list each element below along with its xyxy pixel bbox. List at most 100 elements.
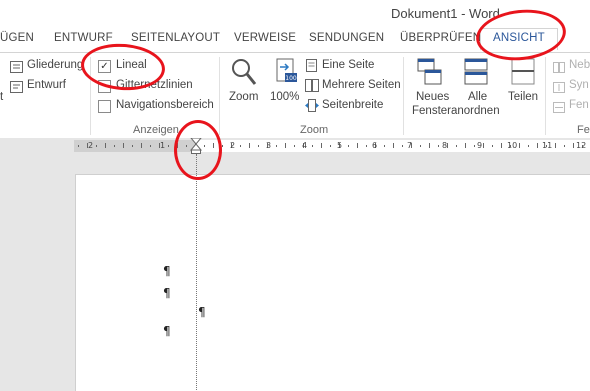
title-bar: Dokument1 - Word — [0, 0, 590, 28]
ruler-number: 5 — [337, 141, 343, 150]
sync-scroll-icon — [553, 80, 565, 98]
new-window-label-2[interactable]: Fenster — [412, 105, 451, 117]
zoom-100-button[interactable]: 100% — [270, 91, 299, 103]
split-button[interactable]: Teilen — [508, 91, 538, 103]
ruler-tick — [438, 145, 439, 147]
ruler-number: 12 — [576, 141, 587, 150]
ruler-number: 9 — [477, 141, 483, 150]
group-label-fenster: Fe — [577, 124, 590, 136]
draft-view-icon — [10, 80, 23, 98]
ruler-tick — [276, 145, 277, 147]
tab-sendungen[interactable]: SENDUNGEN — [309, 32, 384, 44]
ruler-tick — [249, 143, 250, 148]
new-window-label-1[interactable]: Neues — [416, 91, 449, 103]
ruler-tick — [402, 145, 403, 147]
draft-view-button[interactable]: Entwurf — [27, 79, 66, 91]
outline-view-icon — [10, 60, 23, 78]
tab-ansicht[interactable]: ANSICHT — [480, 28, 558, 50]
ruler-tick — [204, 145, 205, 147]
navigation-pane-checkbox[interactable] — [98, 100, 111, 113]
ruler-tick — [393, 143, 394, 148]
arrange-all-icon — [464, 58, 490, 91]
ruler-tick — [447, 143, 448, 148]
ruler-tick — [519, 143, 520, 148]
multiple-pages-button[interactable]: Mehrere Seiten — [322, 79, 401, 91]
ruler-tick — [123, 143, 124, 148]
new-window-icon — [417, 58, 443, 91]
ruler-tick — [177, 143, 178, 148]
group-label-zoom: Zoom — [300, 124, 329, 136]
side-by-side-icon — [553, 60, 565, 78]
svg-text:100: 100 — [285, 75, 297, 82]
ribbon-tabs: ÜGEN ENTWURF SEITENLAYOUT VERWEISE SENDU… — [0, 28, 590, 52]
group-label-anzeigen: Anzeigen — [133, 124, 179, 136]
tab-ueberpruefen[interactable]: ÜBERPRÜFEN — [400, 32, 481, 44]
ruler-number: 8 — [442, 141, 448, 150]
document-page[interactable]: ¶ ¶ ¶ ¶ — [75, 174, 590, 391]
ruler-tick — [240, 145, 241, 147]
page-width-button[interactable]: Seitenbreite — [322, 99, 383, 111]
ruler-tick — [384, 145, 385, 147]
zoom-button[interactable]: Zoom — [229, 91, 258, 103]
indent-guide-line — [196, 154, 197, 390]
ruler-tick — [222, 145, 223, 147]
ruler-tick — [456, 145, 457, 147]
ruler-tick — [330, 145, 331, 147]
view-partial-label[interactable]: t — [0, 91, 3, 103]
paragraph-mark: ¶ — [163, 286, 171, 300]
ruler-tick — [537, 143, 538, 148]
ruler-tick — [555, 143, 556, 148]
ruler-tick — [420, 145, 421, 147]
ruler-tick — [492, 145, 493, 147]
sync-scroll-button[interactable]: Syn — [569, 79, 589, 91]
ruler-number: 10 — [507, 141, 518, 150]
ruler-tick — [114, 145, 115, 147]
ruler-tick — [285, 143, 286, 148]
one-page-button[interactable]: Eine Seite — [322, 59, 374, 71]
ruler-tick — [348, 145, 349, 147]
ruler-tick — [141, 143, 142, 148]
ruler-checkbox[interactable]: ✓ — [98, 60, 111, 73]
ruler-number: 4 — [302, 141, 308, 150]
ruler-number: 11 — [542, 141, 553, 150]
ruler-tick — [321, 143, 322, 148]
ruler-tick — [474, 145, 475, 147]
navigation-pane-label[interactable]: Navigationsbereich — [116, 99, 214, 111]
ruler-tick — [366, 145, 367, 147]
page-width-icon — [305, 99, 319, 117]
ruler-tick — [528, 145, 529, 147]
ruler-tick — [357, 143, 358, 148]
ruler-number: 2 — [88, 141, 94, 150]
tab-seitenlayout[interactable]: SEITENLAYOUT — [131, 32, 220, 44]
tab-einfuegen[interactable]: ÜGEN — [0, 32, 34, 44]
paragraph-mark: ¶ — [163, 264, 171, 278]
outline-view-button[interactable]: Gliederung — [27, 59, 83, 71]
ruler-label[interactable]: Lineal — [116, 59, 147, 71]
paragraph-mark: ¶ — [198, 305, 206, 319]
gridlines-label[interactable]: Gitternetzlinien — [116, 79, 193, 91]
tab-entwurf[interactable]: ENTWURF — [54, 32, 113, 44]
ruler-tick — [573, 143, 574, 148]
window-title: Dokument1 - Word — [391, 6, 500, 21]
ruler-tick — [501, 143, 502, 148]
ruler-tick — [132, 145, 133, 147]
ruler-tick — [258, 145, 259, 147]
tab-verweise[interactable]: VERWEISE — [234, 32, 296, 44]
reset-window-position-icon — [553, 100, 565, 118]
group-separator — [403, 57, 404, 135]
ruler-tick — [186, 145, 187, 147]
gridlines-checkbox[interactable] — [98, 80, 111, 93]
ruler-number: 2 — [230, 141, 236, 150]
split-icon — [511, 58, 537, 91]
reset-window-position-button[interactable]: Fen — [569, 99, 589, 111]
arrange-all-label-1[interactable]: Alle — [468, 91, 487, 103]
arrange-all-label-2[interactable]: anordnen — [451, 105, 500, 117]
zoom-magnifier-icon — [231, 58, 257, 91]
horizontal-ruler[interactable]: 2 1 2 3 4 5 6 7 8 9 10 11 12 — [0, 137, 590, 154]
side-by-side-button[interactable]: Neb — [569, 59, 590, 71]
group-separator — [219, 57, 220, 135]
ruler-number: 6 — [372, 141, 378, 150]
ruler-tick — [150, 145, 151, 147]
ruler-tick — [294, 145, 295, 147]
one-page-icon — [306, 59, 317, 77]
